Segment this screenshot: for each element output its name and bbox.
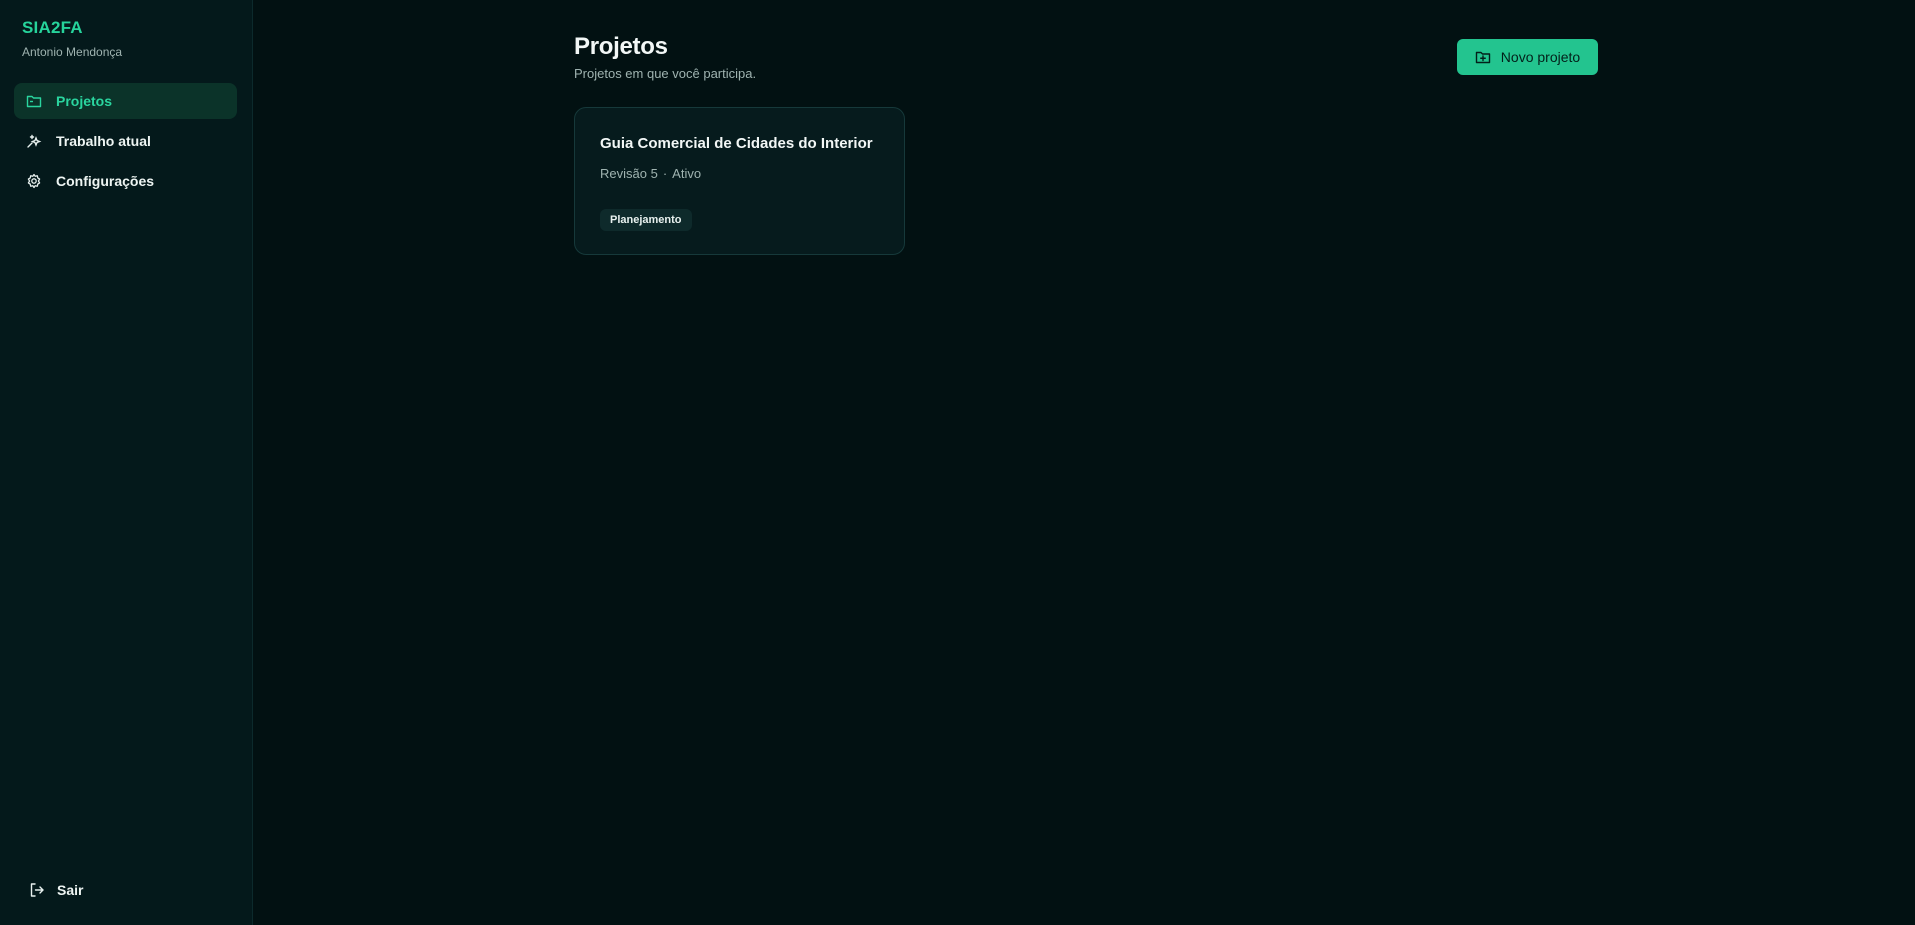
meta-separator: · — [662, 166, 668, 181]
sidebar-item-projetos[interactable]: Projetos — [14, 83, 237, 119]
current-user-name: Antonio Mendonça — [22, 45, 123, 59]
logout-label: Sair — [57, 882, 84, 898]
sidebar-item-configuracoes[interactable]: Configurações — [14, 163, 237, 199]
project-meta: Revisão 5 · Ativo — [600, 166, 701, 181]
new-project-button[interactable]: Novo projeto — [1457, 39, 1598, 75]
project-title: Guia Comercial de Cidades do Interior — [600, 135, 873, 152]
sidebar-item-label: Configurações — [56, 173, 155, 189]
new-project-label: Novo projeto — [1500, 49, 1581, 65]
folder-icon — [26, 93, 42, 109]
sidebar-item-trabalho-atual[interactable]: Trabalho atual — [14, 123, 237, 159]
app-brand: SIA2FA — [22, 18, 83, 37]
sidebar-nav: Projetos Trabalho atual Configurações — [14, 83, 237, 203]
project-revision: Revisão 5 — [600, 166, 658, 181]
project-status: Ativo — [672, 166, 702, 181]
sparkles-icon — [26, 133, 42, 149]
project-card[interactable]: Guia Comercial de Cidades do Interior Re… — [574, 107, 905, 255]
logout-button[interactable]: Sair — [29, 882, 83, 898]
sidebar-item-label: Trabalho atual — [56, 133, 151, 149]
sidebar: SIA2FA Antonio Mendonça Projetos Trabalh… — [0, 0, 253, 925]
gear-icon — [26, 173, 42, 189]
folder-plus-icon — [1475, 49, 1491, 65]
project-phase-badge: Planejamento — [600, 209, 692, 231]
logout-icon — [29, 882, 45, 898]
page-subtitle: Projetos em que você participa. — [574, 66, 757, 81]
sidebar-item-label: Projetos — [56, 93, 113, 109]
page-title: Projetos — [574, 33, 668, 60]
